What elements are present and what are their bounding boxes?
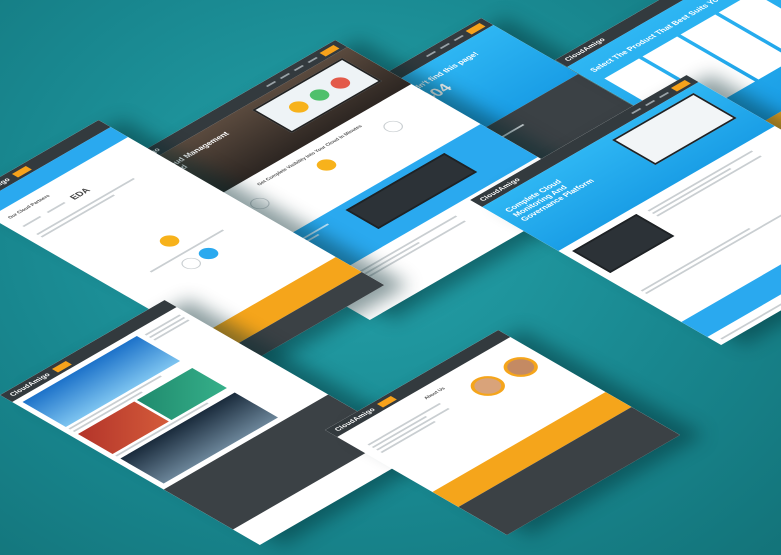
mockup-page-about: CloudAmigo About Us: [325, 330, 681, 535]
team-avatar-1: [463, 371, 513, 400]
mockup-stage: CloudAmigo Sad... We couldn't find this …: [0, 0, 781, 555]
partner-logo-eda: EDA: [67, 186, 93, 201]
team-avatar-2: [496, 352, 545, 381]
